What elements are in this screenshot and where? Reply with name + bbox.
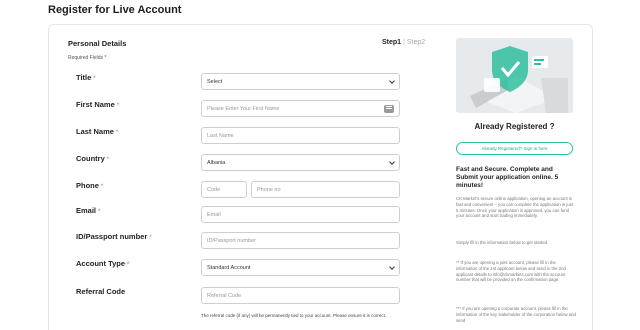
email-input[interactable]: Email bbox=[201, 206, 400, 223]
info-paragraph-4: *** If you are opening a corporate accou… bbox=[456, 306, 576, 323]
referral-code-label: Referral Code bbox=[76, 287, 126, 296]
section-title: Personal Details bbox=[68, 39, 127, 48]
referral-code-input[interactable]: Referral Code bbox=[201, 287, 400, 304]
chevron-down-icon bbox=[389, 159, 395, 165]
title-select-value: Select bbox=[207, 78, 223, 85]
first-name-label: First Name * bbox=[76, 100, 120, 109]
id-passport-input[interactable]: ID/Passport number bbox=[201, 232, 400, 249]
fast-secure-title: Fast and Secure. Complete and Submit you… bbox=[456, 166, 559, 189]
account-type-label: Account Type * bbox=[76, 259, 130, 268]
security-illustration bbox=[456, 38, 573, 113]
required-fields-note: Required Fields * bbox=[68, 55, 107, 61]
chevron-down-icon bbox=[389, 264, 395, 270]
country-label: Country * bbox=[76, 154, 110, 163]
account-type-select-value: Standard Account bbox=[207, 264, 251, 271]
step-separator: | bbox=[403, 39, 405, 46]
step-indicator: Step1 | Step2 bbox=[382, 39, 425, 46]
title-select[interactable]: Select bbox=[201, 73, 400, 90]
account-type-select[interactable]: Standard Account bbox=[201, 259, 400, 276]
referral-note: The referral code (if any) will be perma… bbox=[201, 313, 387, 318]
info-paragraph-2: Simply fill in the information below to … bbox=[456, 240, 549, 245]
title-label: Title * bbox=[76, 73, 96, 82]
last-name-label: Last Name * bbox=[76, 127, 119, 136]
id-passport-label: ID/Passport number * bbox=[76, 232, 152, 241]
phone-label: Phone * bbox=[76, 181, 104, 190]
step2-label: Step2 bbox=[406, 39, 426, 46]
already-registered-title: Already Registered ? bbox=[474, 122, 555, 131]
signin-button[interactable]: Already Registered? Sign in here bbox=[456, 142, 573, 155]
phone-number-input[interactable]: Phone no bbox=[251, 181, 400, 198]
autofill-keyboard-icon[interactable] bbox=[384, 105, 394, 113]
info-paragraph-3: ** If you are opening a joint account, p… bbox=[456, 260, 566, 283]
phone-code-input[interactable]: Code bbox=[201, 181, 247, 198]
email-label: Email * bbox=[76, 206, 101, 215]
info-paragraph-1: CK Market's secure online application, o… bbox=[456, 196, 574, 219]
country-select-value: Albania bbox=[207, 159, 226, 166]
page-title: Register for Live Account bbox=[48, 4, 182, 16]
last-name-input[interactable]: Last Name bbox=[201, 127, 400, 144]
country-select[interactable]: Albania bbox=[201, 154, 400, 171]
chevron-down-icon bbox=[389, 78, 395, 84]
first-name-input[interactable]: Please Enter Your First Name bbox=[201, 100, 400, 117]
step1-label: Step1 bbox=[382, 39, 402, 46]
laptop-shield-illustration bbox=[456, 38, 573, 113]
